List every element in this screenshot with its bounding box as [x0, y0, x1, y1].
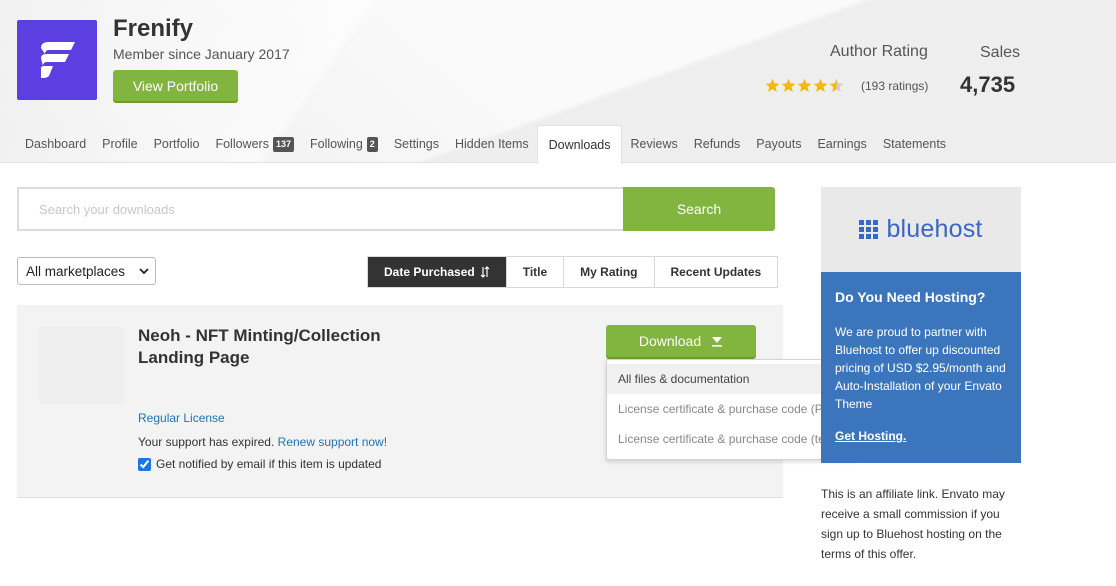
notify-checkbox[interactable]: [138, 457, 151, 471]
tab-label: Statements: [882, 137, 947, 151]
tab-label: Refunds: [693, 137, 741, 151]
tab-settings[interactable]: Settings: [386, 125, 447, 163]
tab-label: Profile: [102, 137, 138, 151]
author-rating-label: Author Rating: [830, 43, 928, 60]
download-option[interactable]: License certificate & purchase code (tex…: [607, 424, 855, 454]
frenify-logo-icon: [41, 42, 75, 78]
author-logo[interactable]: [17, 20, 97, 100]
search-button[interactable]: Search: [623, 187, 775, 231]
get-hosting-link[interactable]: Get Hosting.: [835, 429, 1007, 443]
tab-label: Hidden Items: [454, 137, 529, 151]
tab-reviews[interactable]: Reviews: [622, 125, 685, 163]
download-option[interactable]: License certificate & purchase code (PDF…: [607, 394, 855, 424]
ratings-count[interactable]: (193 ratings): [861, 79, 928, 93]
notify-row: Get notified by email if this item is up…: [138, 457, 381, 471]
get-hosting-link-suffix: .: [903, 429, 907, 443]
bluehost-brand: bluehost: [886, 215, 983, 243]
hosting-ad: Do You Need Hosting? We are proud to par…: [821, 272, 1021, 463]
tab-label: Payouts: [756, 137, 802, 151]
tab-downloads[interactable]: Downloads: [536, 125, 623, 164]
profile-tabs: Dashboard Profile Portfolio Followers 137 Fol…: [17, 125, 954, 164]
sort-label: Title: [522, 265, 548, 279]
support-status: Your support has expired. Renew support …: [138, 435, 387, 449]
sales-value: 4,735: [960, 72, 1016, 97]
sort-title-button[interactable]: Title: [505, 257, 564, 287]
member-since: Member since January 2017: [113, 46, 290, 62]
chevron-down-icon: [139, 268, 149, 275]
tab-label: Settings: [393, 137, 439, 151]
sort-options: Date Purchased Title My Rating Recent Updat…: [367, 256, 779, 288]
get-hosting-link-text[interactable]: Get Hosting: [835, 429, 903, 443]
star-full-icon: [781, 78, 796, 92]
sort-recent-updates-button[interactable]: Recent Updates: [653, 257, 778, 287]
sort-my-rating-button[interactable]: My Rating: [563, 257, 654, 287]
sort-label: Date Purchased: [384, 265, 475, 279]
sales-label: Sales: [980, 44, 1021, 61]
search-input[interactable]: [17, 187, 623, 231]
tab-label: Portfolio: [153, 137, 200, 151]
tab-label: Reviews: [630, 137, 678, 151]
tab-label: Followers: [215, 137, 269, 151]
star-half-icon: [829, 78, 844, 92]
tab-hidden-items[interactable]: Hidden Items: [447, 125, 537, 163]
download-button[interactable]: Download: [606, 325, 756, 357]
star-full-icon: [813, 78, 828, 92]
tab-refunds[interactable]: Refunds: [686, 125, 749, 163]
author-name: Frenify: [113, 15, 194, 42]
support-expired-text: Your support has expired.: [138, 435, 275, 449]
download-option[interactable]: All files & documentation: [607, 364, 855, 394]
item-thumbnail[interactable]: [39, 327, 124, 404]
sort-date-purchased-button[interactable]: Date Purchased: [368, 257, 506, 287]
notify-label[interactable]: Get notified by email if this item is up…: [156, 457, 381, 471]
tab-label: Downloads: [548, 138, 611, 152]
sort-icon: [480, 266, 490, 278]
tab-label: Dashboard: [25, 137, 87, 151]
marketplace-select[interactable]: All marketplaces: [17, 257, 156, 285]
download-arrow-icon: [712, 337, 723, 347]
star-full-icon: [797, 78, 812, 92]
tab-followers[interactable]: Followers 137: [207, 125, 302, 163]
ad-body-text: We are proud to partner with Bluehost to…: [835, 325, 1006, 411]
affiliate-disclaimer: This is an affiliate link. Envato may re…: [821, 487, 1005, 561]
tab-earnings[interactable]: Earnings: [809, 125, 874, 163]
tab-statements[interactable]: Statements: [875, 125, 954, 163]
tab-dashboard[interactable]: Dashboard: [17, 125, 94, 163]
tab-profile[interactable]: Profile: [94, 125, 145, 163]
sort-label: My Rating: [580, 265, 638, 279]
view-portfolio-button[interactable]: View Portfolio: [113, 70, 238, 101]
profile-header: Frenify Member since January 2017 View P…: [0, 0, 1116, 164]
download-button-label: Download: [638, 333, 702, 349]
count-badge: 137: [272, 136, 294, 152]
bluehost-logo-icon: [859, 220, 879, 239]
tab-label: Following: [309, 137, 363, 151]
tab-label: Earnings: [817, 137, 867, 151]
tab-payouts[interactable]: Payouts: [748, 125, 809, 163]
license-link[interactable]: Regular License: [138, 411, 225, 425]
marketplace-select-value: All marketplaces: [26, 263, 126, 279]
rating-stars: [765, 78, 844, 94]
bluehost-banner[interactable]: bluehost: [821, 187, 1021, 272]
item-title[interactable]: Neoh - NFT Minting/Collection Landing Pa…: [138, 325, 398, 369]
count-badge: 2: [366, 136, 378, 152]
tab-portfolio[interactable]: Portfolio: [146, 125, 208, 163]
ad-heading: Do You Need Hosting?: [835, 289, 986, 305]
tab-following[interactable]: Following 2: [302, 125, 386, 163]
download-dropdown: All files & documentation License certifi…: [606, 359, 856, 460]
renew-support-link[interactable]: Renew support now!: [278, 435, 387, 449]
sort-label: Recent Updates: [670, 265, 762, 279]
star-full-icon: [765, 78, 780, 92]
